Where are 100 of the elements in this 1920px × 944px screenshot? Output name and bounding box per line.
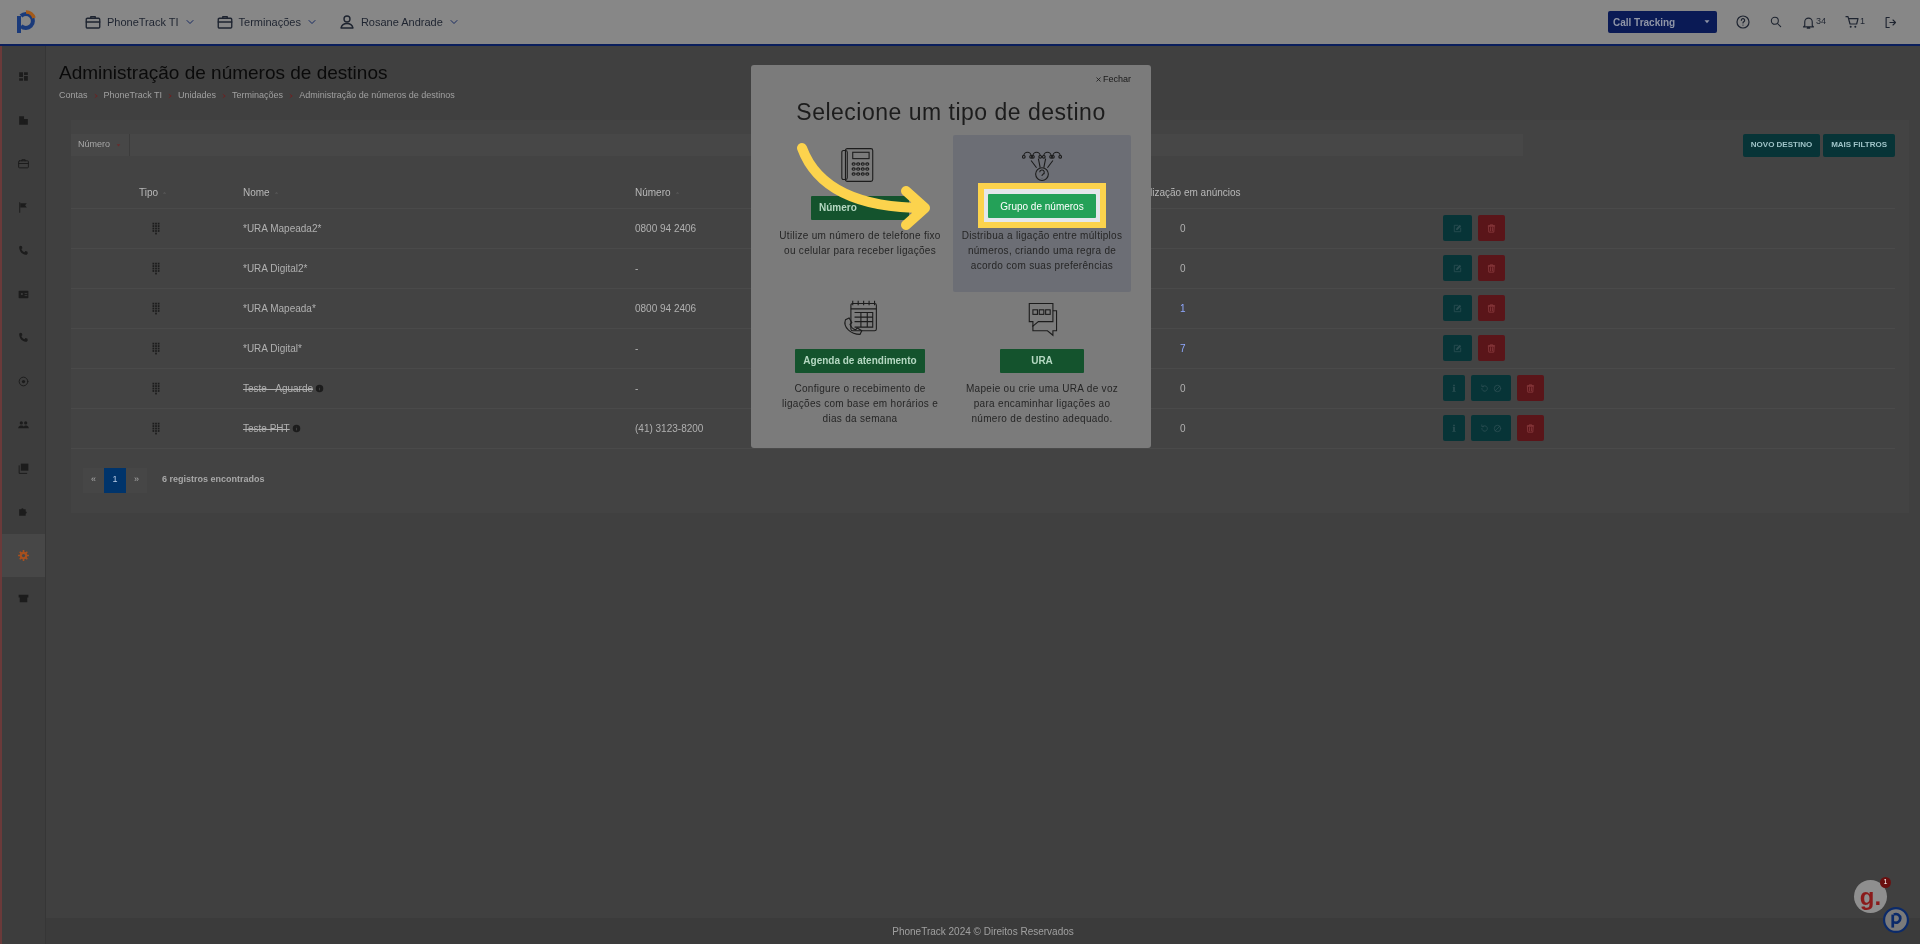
column-header[interactable]: Nome [243,184,270,200]
delete-button[interactable] [1478,255,1505,281]
table-cell-text: *URA Digital* [243,341,302,356]
close-button[interactable]: Fechar [1096,73,1131,87]
dashboard-icon [17,70,30,84]
option-description: Mapeie ou crie uma URA de voz para encaminhar ligações ao número de destino adequado. [964,381,1120,426]
info-icon [1449,383,1459,393]
chevron-icon [167,92,174,99]
table-cell: - [635,262,639,274]
delete-button[interactable] [1478,335,1505,361]
puzzle-icon [17,505,30,519]
briefcase-icon [215,13,234,31]
table-cell: 0 [1180,222,1186,234]
breadcrumb-link[interactable]: Unidades [178,89,217,103]
option-card[interactable]: Agenda de atendimento Configure o recebimento de ligações com base em horários e dias da semana [771,291,949,437]
page-button[interactable]: 1 [104,467,126,493]
help-icon [1734,14,1751,30]
settings-icon [17,548,30,562]
bell-icon [1800,14,1816,30]
edit-button[interactable] [1443,335,1472,361]
filter-label: Número [78,138,110,152]
restore-icon [1479,422,1491,434]
briefcase-icon [17,157,30,171]
breadcrumb-link[interactable]: Terminações [232,89,284,103]
header-menu[interactable]: Terminações [215,13,318,31]
user-icon [337,13,356,31]
table-cell-text: Teste PHT [243,421,290,436]
logo-icon[interactable] [14,9,38,35]
sidebar-item[interactable] [2,533,45,577]
logout-button[interactable] [1883,14,1898,30]
chevron-icon [221,92,228,99]
usage-link[interactable]: 1 [1180,302,1186,314]
cart-icon [1844,14,1860,30]
breadcrumb-link[interactable]: Contas [59,89,88,103]
column-header[interactable]: Tipo [139,184,159,200]
action-button[interactable]: NOVO DESTINO [1742,133,1821,157]
edit-button[interactable] [1443,215,1472,241]
trash-icon [1486,222,1497,234]
delete-button[interactable] [1478,295,1505,321]
table-cell-text: Teste - Aguarde [243,381,314,396]
target-icon [17,374,30,388]
option-button[interactable]: Grupo de números [988,194,1096,218]
breadcrumb-link[interactable]: PhoneTrack TI [103,89,163,103]
block-icon [1491,422,1503,434]
option-description: Distribua a ligação entre múltiplos números, criando uma regra de acordo com suas preferências [960,229,1124,273]
edit-icon [1452,302,1463,314]
footer-text: PhoneTrack 2024 © Direitos Reservados [892,924,1074,939]
option-description: Configure o recebimento de ligações com base em horários e dias da semana [780,381,939,426]
logout-icon [1883,14,1898,30]
table-cell: 0 [1180,262,1186,274]
info-button[interactable] [1443,375,1465,401]
phone-icon [17,331,30,345]
restore-icon [1479,382,1491,394]
edit-button[interactable] [1443,255,1472,281]
table-cell: 0 [1180,422,1186,434]
search-button[interactable] [1768,15,1783,29]
table-cell-text: *URA Mapeada* [243,301,316,316]
option-button[interactable]: Agenda de atendimento [795,348,925,373]
table-cell-text: *URA Mapeada2* [243,221,322,236]
info-icon [1449,423,1459,433]
restore-button[interactable] [1471,375,1511,401]
trash-icon [1525,422,1536,434]
breadcrumb-link[interactable]: Administração de números de destinos [299,89,455,103]
notifications-button[interactable]: 34 [1800,14,1826,30]
info-icon [315,383,325,393]
column-header[interactable]: Número [635,184,671,200]
logo-icon[interactable] [1883,907,1909,933]
option-description: Utilize um número de telefone fixo ou celular para receber ligações [778,228,942,258]
building-icon [17,113,30,127]
option-button[interactable]: URA [1000,348,1084,373]
column-header: lização em anúncios [1150,185,1241,200]
block-icon [1491,382,1503,394]
restore-button[interactable] [1471,415,1511,441]
table-cell: - [635,382,639,394]
table-cell: (41) 3123-8200 [635,422,704,434]
edit-icon [1452,262,1463,274]
option-card[interactable]: URA Mapeie ou crie uma URA de voz para encaminhar ligações ao número de destino adequado. [953,291,1131,437]
table-cell-text: *URA Digital2* [243,261,308,276]
option-card[interactable]: Número Utilize um número de telefone fixo ou celular para receber ligações [771,134,949,292]
info-button[interactable] [1443,415,1465,441]
close-icon [1096,77,1101,83]
briefcase-icon [84,13,102,31]
option-card[interactable]: Grupo de números Distribua a ligação entre múltiplos números, criando uma regra de acordo com suas preferências [953,134,1131,292]
cart-button[interactable]: 1 [1844,14,1865,30]
trash-icon [1486,342,1497,354]
header-menu[interactable]: Rosane Andrade [337,13,460,31]
header-menu[interactable]: PhoneTrack TI [84,13,196,31]
records-count: 6 registros encontrados [162,473,265,487]
delete-button[interactable] [1517,375,1544,401]
help-button[interactable] [1734,14,1751,30]
usage-link[interactable]: 7 [1180,342,1186,354]
search-icon [1768,15,1783,29]
delete-button[interactable] [1517,415,1544,441]
info-icon [291,423,301,433]
edit-icon [1452,342,1463,354]
delete-button[interactable] [1478,215,1505,241]
product-select[interactable]: Call Tracking [1607,11,1717,33]
chevron-icon [92,92,99,99]
edit-button[interactable] [1443,295,1472,321]
action-button[interactable]: MAIS FILTROS [1823,133,1895,157]
